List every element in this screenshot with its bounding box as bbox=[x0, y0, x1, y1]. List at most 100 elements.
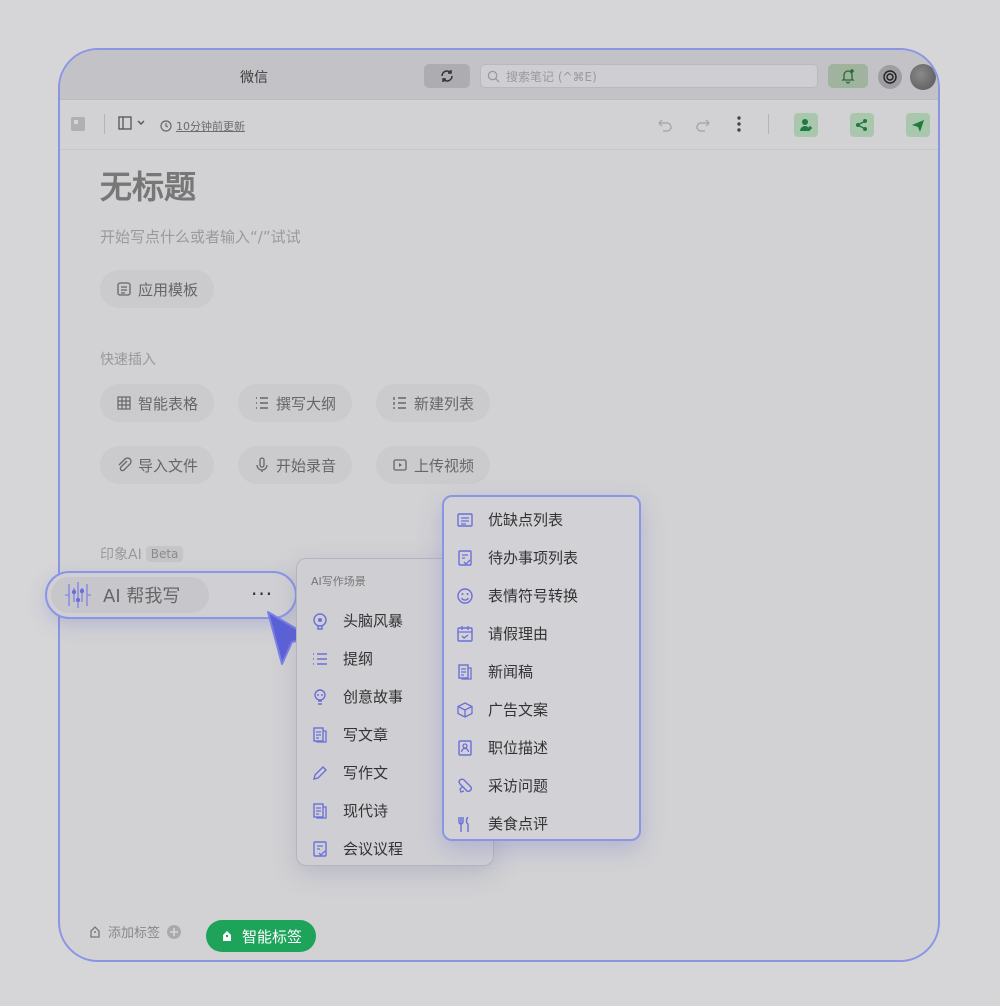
scene-brainstorm[interactable]: 头脑风暴 bbox=[311, 610, 403, 631]
scene-outline[interactable]: 提纲 bbox=[311, 648, 373, 669]
layout-dropdown[interactable] bbox=[118, 116, 146, 130]
submenu-todo-list[interactable]: 待办事项列表 bbox=[456, 547, 578, 568]
import-file-label: 导入文件 bbox=[138, 456, 199, 475]
note-toolbar: 10分钟前更新 bbox=[60, 100, 938, 150]
apply-template-button[interactable]: 应用模板 bbox=[100, 270, 215, 308]
plus-circle-icon bbox=[167, 924, 182, 939]
brain-icon bbox=[313, 612, 327, 630]
document-icon bbox=[458, 663, 472, 680]
smart-tag-button[interactable]: 智能标签 bbox=[206, 920, 317, 952]
update-text: 10分钟前更新 bbox=[176, 120, 245, 133]
submenu-leave-reason[interactable]: 请假理由 bbox=[456, 623, 548, 644]
scene-creative-story[interactable]: 创意故事 bbox=[311, 686, 403, 707]
share-button[interactable] bbox=[850, 113, 874, 137]
ai-sparkle-icon bbox=[65, 582, 91, 608]
import-file-button[interactable]: 导入文件 bbox=[100, 446, 215, 484]
fork-knife-icon bbox=[458, 816, 469, 832]
start-recording-button[interactable]: 开始录音 bbox=[238, 446, 353, 484]
add-tag-label: 添加标签 bbox=[108, 926, 161, 941]
checklist-icon bbox=[458, 549, 472, 566]
redo-button[interactable] bbox=[694, 116, 712, 134]
scene-essay[interactable]: 写作文 bbox=[311, 762, 388, 783]
new-list-label: 新建列表 bbox=[414, 394, 475, 413]
scene-meeting-agenda[interactable]: 会议议程 bbox=[311, 838, 403, 859]
redo-icon bbox=[696, 119, 711, 132]
ai-submenu: 优缺点列表 待办事项列表 表情符号转换 请假理由 新闻稿 广告文案 职位描述 采… bbox=[442, 495, 641, 841]
scene-write-article[interactable]: 写文章 bbox=[311, 724, 388, 745]
add-collaborator-button[interactable] bbox=[794, 113, 818, 137]
smart-tag-label: 智能标签 bbox=[242, 927, 303, 946]
ai-section-label: 印象AI Beta bbox=[100, 544, 184, 564]
paperclip-icon bbox=[118, 457, 132, 472]
checklist-icon bbox=[313, 840, 327, 857]
submenu-label: 优缺点列表 bbox=[488, 511, 564, 529]
search-placeholder: 搜索笔记 (^⌘E) bbox=[506, 69, 597, 84]
write-outline-button[interactable]: 撰写大纲 bbox=[238, 384, 353, 422]
submenu-label: 广告文案 bbox=[488, 701, 549, 719]
sidebar-toggle-button[interactable] bbox=[70, 116, 86, 132]
sync-button[interactable] bbox=[424, 64, 470, 88]
search-input[interactable]: 搜索笔记 (^⌘E) bbox=[480, 64, 818, 88]
pencil-icon bbox=[313, 765, 327, 780]
quick-insert-label: 快速插入 bbox=[100, 352, 156, 368]
calendar-icon bbox=[457, 625, 473, 642]
clock-icon bbox=[160, 120, 172, 132]
send-icon bbox=[912, 120, 924, 132]
scene-label: 提纲 bbox=[343, 650, 374, 668]
chevron-down-icon bbox=[137, 120, 145, 125]
note-body-placeholder[interactable]: 开始写点什么或者输入“/”试试 bbox=[100, 226, 301, 247]
submenu-ad-copy[interactable]: 广告文案 bbox=[456, 699, 548, 720]
submenu-label: 表情符号转换 bbox=[488, 587, 579, 605]
numbered-list-icon bbox=[393, 397, 406, 409]
lightbulb-icon bbox=[314, 688, 326, 705]
submenu-job-description[interactable]: 职位描述 bbox=[456, 737, 548, 758]
document-icon bbox=[313, 726, 327, 743]
submenu-press-release[interactable]: 新闻稿 bbox=[456, 661, 533, 682]
smiley-icon bbox=[457, 587, 473, 604]
avatar[interactable] bbox=[910, 64, 936, 90]
ai-write-button[interactable]: AI 帮我写 bbox=[51, 577, 209, 613]
scene-label: 头脑风暴 bbox=[343, 612, 404, 630]
video-icon bbox=[393, 459, 407, 471]
submenu-food-review[interactable]: 美食点评 bbox=[456, 813, 548, 834]
layout-icon bbox=[118, 116, 132, 130]
bell-icon bbox=[841, 69, 855, 84]
smart-table-label: 智能表格 bbox=[138, 394, 199, 413]
send-button[interactable] bbox=[906, 113, 930, 137]
submenu-pros-cons[interactable]: 优缺点列表 bbox=[456, 509, 563, 530]
upload-video-button[interactable]: 上传视频 bbox=[376, 446, 491, 484]
smart-table-button[interactable]: 智能表格 bbox=[100, 384, 215, 422]
scene-label: 现代诗 bbox=[343, 802, 389, 820]
submenu-label: 请假理由 bbox=[488, 625, 549, 643]
microphone-icon bbox=[256, 457, 268, 472]
more-options-button[interactable] bbox=[736, 114, 742, 134]
outline-icon bbox=[313, 652, 327, 665]
list-icon bbox=[457, 512, 473, 527]
box-icon bbox=[457, 701, 473, 718]
scene-label: 写文章 bbox=[343, 726, 389, 744]
update-status[interactable]: 10分钟前更新 bbox=[160, 118, 245, 134]
sync-icon bbox=[441, 70, 453, 82]
scene-label: 会议议程 bbox=[343, 840, 404, 858]
add-tag-button[interactable]: 添加标签 bbox=[88, 922, 182, 941]
template-icon bbox=[117, 282, 131, 296]
new-list-button[interactable]: 新建列表 bbox=[376, 384, 491, 422]
upload-video-label: 上传视频 bbox=[414, 456, 475, 475]
ai-write-label: AI 帮我写 bbox=[103, 586, 181, 607]
notification-button[interactable] bbox=[828, 64, 868, 88]
target-button[interactable] bbox=[878, 65, 902, 89]
tag-icon bbox=[223, 931, 231, 941]
share-icon bbox=[856, 119, 867, 131]
more-vertical-icon bbox=[737, 116, 741, 132]
table-icon bbox=[117, 396, 131, 410]
submenu-interview-questions[interactable]: 采访问题 bbox=[456, 775, 548, 796]
submenu-emoji-convert[interactable]: 表情符号转换 bbox=[456, 585, 578, 606]
more-button[interactable]: ··· bbox=[251, 582, 273, 606]
add-user-icon bbox=[800, 119, 812, 131]
undo-button[interactable] bbox=[656, 116, 674, 134]
toolbar-divider bbox=[104, 114, 105, 134]
note-title[interactable]: 无标题 bbox=[100, 162, 196, 208]
scene-modern-poem[interactable]: 现代诗 bbox=[311, 800, 388, 821]
ai-scenes-header: AI写作场景 bbox=[311, 575, 366, 588]
tag-icon bbox=[90, 925, 100, 938]
